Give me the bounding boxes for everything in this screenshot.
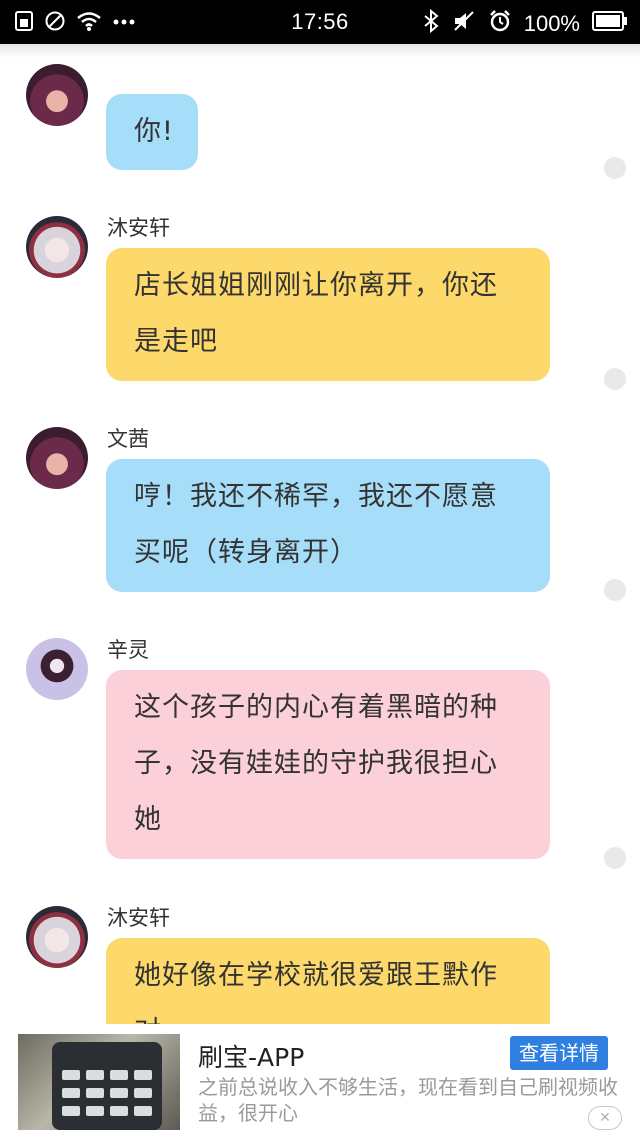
ad-close-icon[interactable]: ✕ xyxy=(588,1106,622,1130)
status-right-icons: 100% xyxy=(422,8,628,39)
avatar[interactable] xyxy=(26,216,88,278)
message-status-dot xyxy=(604,847,626,869)
sender-name: 辛灵 xyxy=(107,638,149,662)
sender-name: 沐安轩 xyxy=(107,216,170,240)
status-bar: 17:56 100% xyxy=(0,0,640,44)
message-bubble[interactable]: 这个孩子的内心有着黑暗的种子，没有娃娃的守护我很担心她 xyxy=(106,670,550,859)
message-status-dot xyxy=(604,157,626,179)
calculator-image-icon xyxy=(52,1042,162,1130)
battery-percent: 100% xyxy=(523,11,580,36)
message-status-dot xyxy=(604,579,626,601)
avatar[interactable] xyxy=(26,906,88,968)
message-bubble[interactable]: 她好像在学校就很爱跟王默作对 xyxy=(106,938,550,1024)
message-bubble[interactable]: 店长姐姐刚刚让你离开，你还是走吧 xyxy=(106,248,550,381)
ad-details-button[interactable]: 查看详情 xyxy=(510,1036,608,1070)
alarm-icon xyxy=(488,9,512,39)
ad-description: 之前总说收入不够生活，现在看到自己刷视频收益，很开心 xyxy=(198,1075,618,1125)
ad-image[interactable] xyxy=(18,1034,180,1130)
sender-name: 沐安轩 xyxy=(107,906,170,930)
sender-name: 文茜 xyxy=(107,427,149,451)
avatar[interactable] xyxy=(26,64,88,126)
message-bubble[interactable]: 你! xyxy=(106,94,198,170)
message-status-dot xyxy=(604,368,626,390)
ad-title[interactable]: 刷宝-APP xyxy=(198,1038,304,1074)
ad-banner[interactable]: 刷宝-APP 查看详情 之前总说收入不够生活，现在看到自己刷视频收益，很开心 ✕ xyxy=(0,1024,640,1138)
avatar[interactable] xyxy=(26,638,88,700)
bluetooth-icon xyxy=(422,8,440,39)
chat-list[interactable]: 你! 沐安轩 店长姐姐刚刚让你离开，你还是走吧 文茜 哼！我还不稀罕，我还不愿意… xyxy=(0,44,640,1024)
avatar[interactable] xyxy=(26,427,88,489)
battery-icon xyxy=(592,10,628,38)
message-bubble[interactable]: 哼！我还不稀罕，我还不愿意买呢（转身离开） xyxy=(106,459,550,592)
mute-icon xyxy=(452,9,476,39)
